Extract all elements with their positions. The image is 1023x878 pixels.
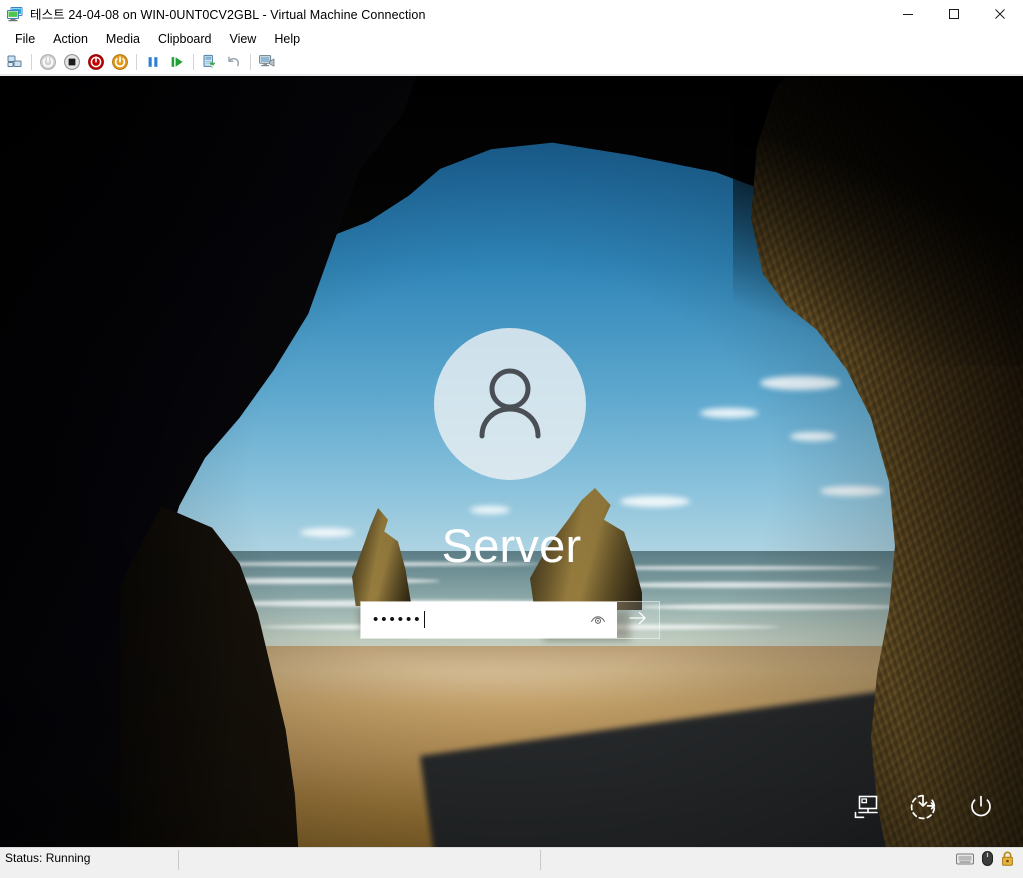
start-icon[interactable] <box>36 50 60 74</box>
close-button[interactable] <box>977 0 1023 28</box>
password-input[interactable]: •••••• <box>361 602 617 638</box>
menu-item-media[interactable]: Media <box>97 30 149 48</box>
window-controls <box>885 0 1023 28</box>
avatar <box>434 328 586 480</box>
eye-icon[interactable] <box>585 602 611 638</box>
title-bar: 테스트 24-04-08 on WIN-0UNT0CV2GBL - Virtua… <box>0 0 1023 28</box>
turn-off-icon[interactable] <box>60 50 84 74</box>
menu-item-view[interactable]: View <box>220 30 265 48</box>
user-avatar-icon <box>464 356 556 453</box>
status-separator <box>540 850 541 870</box>
password-value: •••••• <box>373 611 423 628</box>
mouse-icon[interactable] <box>981 850 994 872</box>
window-title: 테스트 24-04-08 on WIN-0UNT0CV2GBL - Virtua… <box>30 8 426 22</box>
status-icons <box>955 850 1015 872</box>
lock-icon[interactable] <box>1000 850 1015 872</box>
network-icon[interactable] <box>847 789 883 825</box>
toolbar-separator <box>193 53 194 70</box>
minimize-button[interactable] <box>885 0 931 28</box>
power-icon[interactable] <box>963 789 999 825</box>
virtual-machine-icon <box>7 6 23 22</box>
menu-item-help[interactable]: Help <box>265 30 309 48</box>
status-label: Status: Running <box>5 851 91 865</box>
status-separator <box>178 850 179 870</box>
menu-bar: File Action Media Clipboard View Help <box>0 28 1023 49</box>
ctrl-alt-delete-icon[interactable] <box>3 50 27 74</box>
logon-ui: Server •••••• <box>0 76 1023 847</box>
menu-item-clipboard[interactable]: Clipboard <box>149 30 221 48</box>
toolbar-separator <box>31 53 32 70</box>
resume-icon[interactable] <box>165 50 189 74</box>
arrow-right-icon <box>627 607 649 634</box>
status-bar: Status: Running <box>0 847 1023 878</box>
text-caret <box>423 610 425 628</box>
toolbar <box>0 49 1023 75</box>
pause-icon[interactable] <box>141 50 165 74</box>
maximize-button[interactable] <box>931 0 977 28</box>
ease-of-access-icon[interactable] <box>905 789 941 825</box>
menu-item-action[interactable]: Action <box>44 30 97 48</box>
save-state-icon[interactable] <box>108 50 132 74</box>
enhanced-session-icon[interactable] <box>255 50 279 74</box>
logon-corner-actions <box>847 789 999 825</box>
password-row: •••••• <box>360 601 660 639</box>
toolbar-separator <box>136 53 137 70</box>
keyboard-icon[interactable] <box>955 851 975 872</box>
revert-icon[interactable] <box>222 50 246 74</box>
submit-button[interactable] <box>617 602 659 638</box>
menu-item-file[interactable]: File <box>6 30 44 48</box>
vm-connection-window: 테스트 24-04-08 on WIN-0UNT0CV2GBL - Virtua… <box>0 0 1023 878</box>
checkpoint-icon[interactable] <box>198 50 222 74</box>
username-label: Server <box>441 519 582 572</box>
shut-down-icon[interactable] <box>84 50 108 74</box>
toolbar-separator <box>250 53 251 70</box>
vm-screen[interactable]: Server •••••• <box>0 76 1023 847</box>
